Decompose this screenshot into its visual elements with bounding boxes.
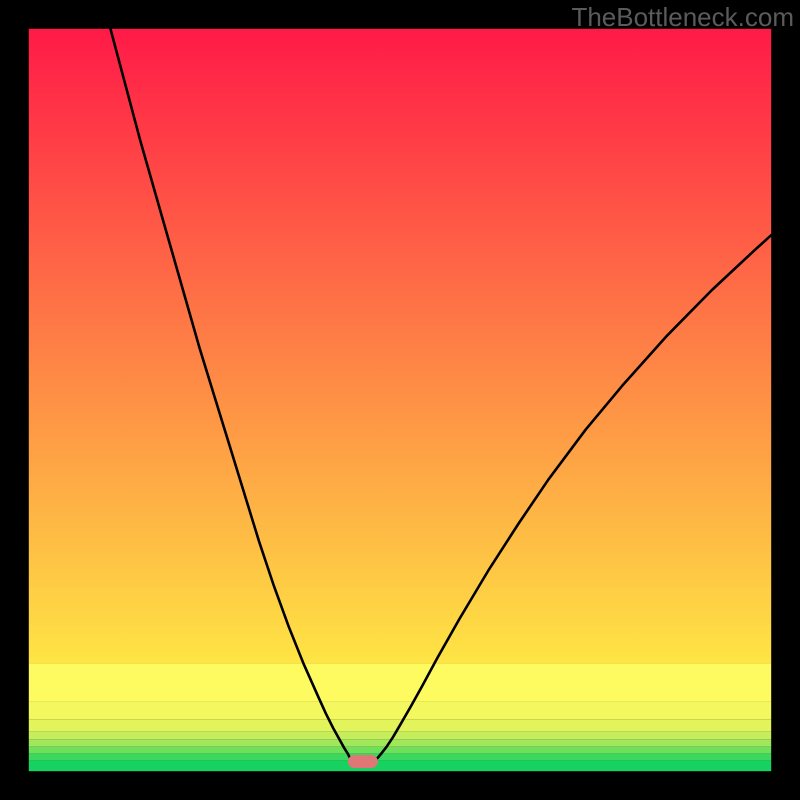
chart-canvas [0,0,800,800]
gradient-band [29,747,771,754]
gradient-band [29,731,771,739]
gradient-band [29,753,771,760]
gradient-band [29,760,771,771]
bottleneck-marker [348,755,378,768]
bottleneck-chart: TheBottleneck.com [0,0,800,800]
gradient-band [29,739,771,746]
watermark-text: TheBottleneck.com [571,2,794,33]
gradient-band [29,701,771,719]
gradient-band [29,29,771,664]
gradient-band [29,664,771,702]
plot-area [29,29,771,771]
